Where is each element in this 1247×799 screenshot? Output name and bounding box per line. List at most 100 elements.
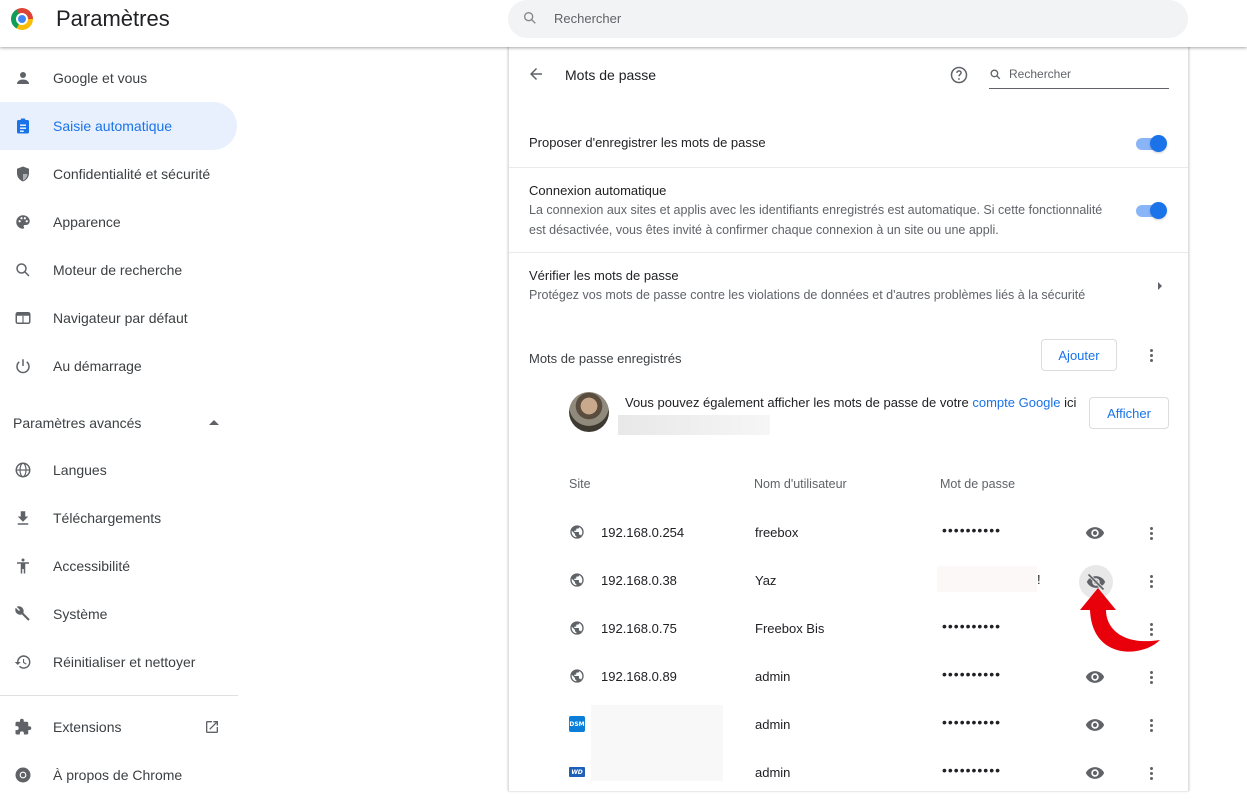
row-more-actions-icon[interactable] bbox=[1141, 619, 1161, 639]
sidebar-item-systeme[interactable]: Système bbox=[0, 590, 237, 638]
hide-password-icon[interactable] bbox=[1079, 565, 1113, 599]
advanced-settings-label: Paramètres avancés bbox=[13, 415, 142, 431]
chevron-right-icon bbox=[1158, 282, 1162, 290]
passwords-card: Mots de passe Rechercher Proposer d'enre… bbox=[508, 47, 1189, 791]
auto-signin-row: Connexion automatique La connexion aux s… bbox=[509, 167, 1188, 252]
sidebar-item-google-et-vous[interactable]: Google et vous bbox=[0, 54, 237, 102]
accessibility-icon bbox=[13, 556, 33, 576]
row-more-actions-icon[interactable] bbox=[1141, 571, 1161, 591]
sidebar-item-label: Langues bbox=[53, 462, 107, 478]
sidebar-item-label: Google et vous bbox=[53, 70, 148, 86]
globe-icon bbox=[569, 524, 585, 540]
check-passwords-row[interactable]: Vérifier les mots de passe Protégez vos … bbox=[509, 252, 1188, 318]
show-password-icon[interactable] bbox=[1085, 667, 1105, 692]
show-account-button[interactable]: Afficher bbox=[1089, 397, 1169, 429]
auto-signin-toggle[interactable] bbox=[1136, 202, 1168, 219]
palette-icon bbox=[13, 212, 33, 232]
back-arrow-icon[interactable] bbox=[527, 65, 545, 88]
sidebar-item-confidentialite[interactable]: Confidentialité et sécurité bbox=[0, 150, 237, 198]
sidebar-item-au-demarrage[interactable]: Au démarrage bbox=[0, 342, 237, 390]
column-header-site: Site bbox=[569, 477, 591, 491]
sidebar-item-langues[interactable]: Langues bbox=[0, 446, 237, 494]
sidebar-item-label: Extensions bbox=[53, 719, 122, 735]
column-header-password: Mot de passe bbox=[940, 477, 1016, 491]
password-row: DSM admin •••••••••• bbox=[509, 701, 1188, 749]
sidebar-item-accessibilite[interactable]: Accessibilité bbox=[0, 542, 237, 590]
password-search-input[interactable]: Rechercher bbox=[989, 65, 1169, 89]
sidebar-item-label: Système bbox=[53, 606, 108, 622]
username-value: admin bbox=[755, 717, 791, 732]
advanced-settings-toggle[interactable]: Paramètres avancés bbox=[13, 415, 223, 435]
password-value: •••••••••• bbox=[942, 666, 1002, 682]
username-value: admin bbox=[755, 669, 791, 684]
sidebar-item-label: Moteur de recherche bbox=[53, 262, 183, 278]
show-password-icon[interactable] bbox=[1085, 523, 1105, 548]
sidebar-item-moteur-de-recherche[interactable]: Moteur de recherche bbox=[0, 246, 237, 294]
password-value: •••••••••• bbox=[942, 522, 1002, 538]
chrome-icon bbox=[13, 765, 33, 785]
browser-icon bbox=[13, 308, 33, 328]
sidebar-item-apparence[interactable]: Apparence bbox=[0, 198, 237, 246]
settings-search-input[interactable]: Rechercher bbox=[508, 0, 1188, 38]
password-row: 192.168.0.89 admin •••••••••• bbox=[509, 653, 1188, 701]
sidebar-item-a-propos[interactable]: À propos de Chrome bbox=[0, 751, 237, 799]
external-link-icon bbox=[204, 719, 220, 740]
person-icon bbox=[13, 68, 33, 88]
dsm-site-icon: DSM bbox=[569, 716, 585, 732]
redacted-password bbox=[937, 566, 1037, 592]
add-password-button[interactable]: Ajouter bbox=[1041, 339, 1117, 371]
globe-icon bbox=[569, 572, 585, 588]
offer-save-toggle[interactable] bbox=[1136, 135, 1168, 152]
avatar bbox=[569, 392, 609, 432]
chrome-logo-icon bbox=[11, 8, 33, 30]
account-info-text: Vous pouvez également afficher les mots … bbox=[625, 395, 1077, 410]
clipboard-icon bbox=[13, 116, 33, 136]
redacted-site bbox=[591, 705, 723, 743]
top-bar: Paramètres Rechercher bbox=[0, 0, 1247, 47]
page-title: Paramètres bbox=[56, 6, 170, 31]
caret-up-icon bbox=[209, 420, 219, 425]
sidebar-item-label: Au démarrage bbox=[53, 358, 142, 374]
saved-passwords-heading: Mots de passe enregistrés bbox=[529, 351, 682, 366]
globe-icon bbox=[569, 620, 585, 636]
sidebar-item-telechargements[interactable]: Téléchargements bbox=[0, 494, 237, 542]
sidebar-item-extensions[interactable]: Extensions bbox=[0, 703, 237, 751]
sidebar-item-label: Navigateur par défaut bbox=[53, 310, 188, 326]
row-more-actions-icon[interactable] bbox=[1141, 715, 1161, 735]
restore-icon bbox=[13, 652, 33, 672]
check-passwords-description: Protégez vos mots de passe contre les vi… bbox=[529, 288, 1086, 302]
toggle-knob bbox=[1150, 202, 1167, 219]
sidebar-item-label: Accessibilité bbox=[53, 558, 131, 574]
auto-signin-description: La connexion aux sites et applis avec le… bbox=[529, 203, 1103, 237]
check-passwords-label: Vérifier les mots de passe bbox=[529, 268, 679, 283]
shield-icon bbox=[13, 164, 33, 184]
more-actions-icon[interactable] bbox=[1141, 345, 1161, 365]
site-label: 192.168.0.254 bbox=[601, 525, 685, 540]
search-placeholder: Rechercher bbox=[554, 11, 622, 26]
sidebar-divider bbox=[0, 695, 238, 696]
sidebar-item-reinitialiser[interactable]: Réinitialiser et nettoyer bbox=[0, 638, 237, 686]
sidebar-item-saisie-automatique[interactable]: Saisie automatique bbox=[0, 102, 237, 150]
toggle-knob bbox=[1150, 135, 1167, 152]
offer-save-row: Proposer d'enregistrer les mots de passe bbox=[509, 119, 1188, 167]
username-value: admin bbox=[755, 765, 791, 780]
help-icon[interactable] bbox=[949, 65, 969, 90]
search-placeholder: Rechercher bbox=[1009, 67, 1072, 81]
puzzle-icon bbox=[13, 717, 33, 737]
globe-icon bbox=[569, 668, 585, 684]
show-password-icon[interactable] bbox=[1085, 763, 1105, 788]
row-more-actions-icon[interactable] bbox=[1141, 667, 1161, 687]
wd-site-icon: WD bbox=[569, 767, 585, 777]
sidebar-item-navigateur-par-defaut[interactable]: Navigateur par défaut bbox=[0, 294, 237, 342]
password-row: 192.168.0.75 Freebox Bis •••••••••• bbox=[509, 605, 1188, 653]
password-row: WD admin •••••••••• bbox=[509, 743, 1188, 797]
search-icon bbox=[522, 10, 538, 31]
column-header-username: Nom d'utilisateur bbox=[754, 477, 847, 491]
sidebar-item-label: Confidentialité et sécurité bbox=[53, 166, 211, 182]
row-more-actions-icon[interactable] bbox=[1141, 763, 1161, 783]
sidebar-item-label: Saisie automatique bbox=[53, 118, 173, 134]
row-more-actions-icon[interactable] bbox=[1141, 523, 1161, 543]
google-account-link[interactable]: compte Google bbox=[972, 395, 1060, 410]
sidebar-item-label: Réinitialiser et nettoyer bbox=[53, 654, 196, 670]
show-password-icon[interactable] bbox=[1085, 715, 1105, 740]
